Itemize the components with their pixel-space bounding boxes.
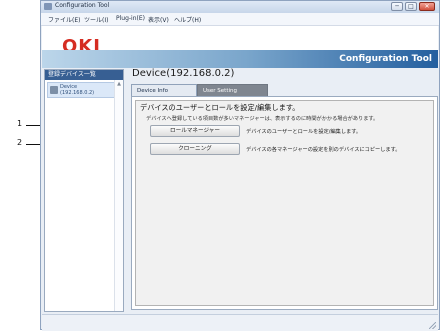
- menu-help[interactable]: ヘルプ(H): [174, 15, 201, 24]
- sidebar-header: 登録デバイス一覧: [45, 70, 123, 80]
- user-setting-panel: デバイスのユーザーとロールを設定/編集します。 デバイスへ登録している項目数が多…: [135, 100, 434, 306]
- role-manager-button[interactable]: ロールマネージャー: [150, 125, 240, 137]
- sidebar-device-item[interactable]: Device (192.168.0.2): [47, 82, 121, 98]
- minimize-button[interactable]: ─: [391, 2, 403, 11]
- callout-number-2: 2: [17, 138, 23, 147]
- cloning-description: デバイスの各マネージャーの設定を別のデバイスにコピーします。: [246, 147, 401, 153]
- brand-title: Configuration Tool: [339, 54, 432, 64]
- window-title: Configuration Tool: [55, 2, 110, 9]
- app-icon: [44, 3, 52, 10]
- device-icon: [50, 86, 58, 94]
- panel-note: デバイスへ登録している項目数が多いマネージャーは、表示するのに時間がかかる場合が…: [146, 116, 379, 122]
- sidebar-scrollbar[interactable]: [114, 80, 123, 311]
- menu-bar: ファイル(E) ツール(I) Plug-in(E) 表示(V) ヘルプ(H): [41, 13, 439, 26]
- brand-header-bar: Configuration Tool: [42, 50, 438, 68]
- resize-grip-icon[interactable]: [429, 322, 436, 329]
- menu-view[interactable]: 表示(V): [148, 15, 169, 24]
- scroll-up-icon[interactable]: ▲: [116, 81, 122, 87]
- maximize-button[interactable]: □: [405, 2, 417, 11]
- menu-tool[interactable]: ツール(I): [84, 15, 108, 24]
- device-sidebar: 登録デバイス一覧 Device (192.168.0.2) ▲: [44, 69, 124, 312]
- role-manager-description: デバイスのユーザーとロールを設定/編集します。: [246, 129, 362, 135]
- app-window: Configuration Tool ─ □ ✕ ファイル(E) ツール(I) …: [40, 0, 440, 331]
- panel-heading: デバイスのユーザーとロールを設定/編集します。: [140, 103, 300, 112]
- main-panel: デバイスのユーザーとロールを設定/編集します。 デバイスへ登録している項目数が多…: [131, 96, 438, 310]
- device-title: Device(192.168.0.2): [132, 68, 235, 79]
- menu-plugin[interactable]: Plug-in(E): [116, 15, 145, 22]
- callout-number-1: 1: [17, 119, 23, 128]
- tab-device-info[interactable]: Device Info: [131, 84, 197, 96]
- menu-file[interactable]: ファイル(E): [48, 15, 80, 24]
- close-button[interactable]: ✕: [419, 2, 435, 11]
- tab-user-setting[interactable]: User Setting: [197, 84, 268, 96]
- status-bar: [42, 314, 438, 331]
- cloning-button[interactable]: クローニング: [150, 143, 240, 155]
- sidebar-device-ip: (192.168.0.2): [60, 90, 95, 96]
